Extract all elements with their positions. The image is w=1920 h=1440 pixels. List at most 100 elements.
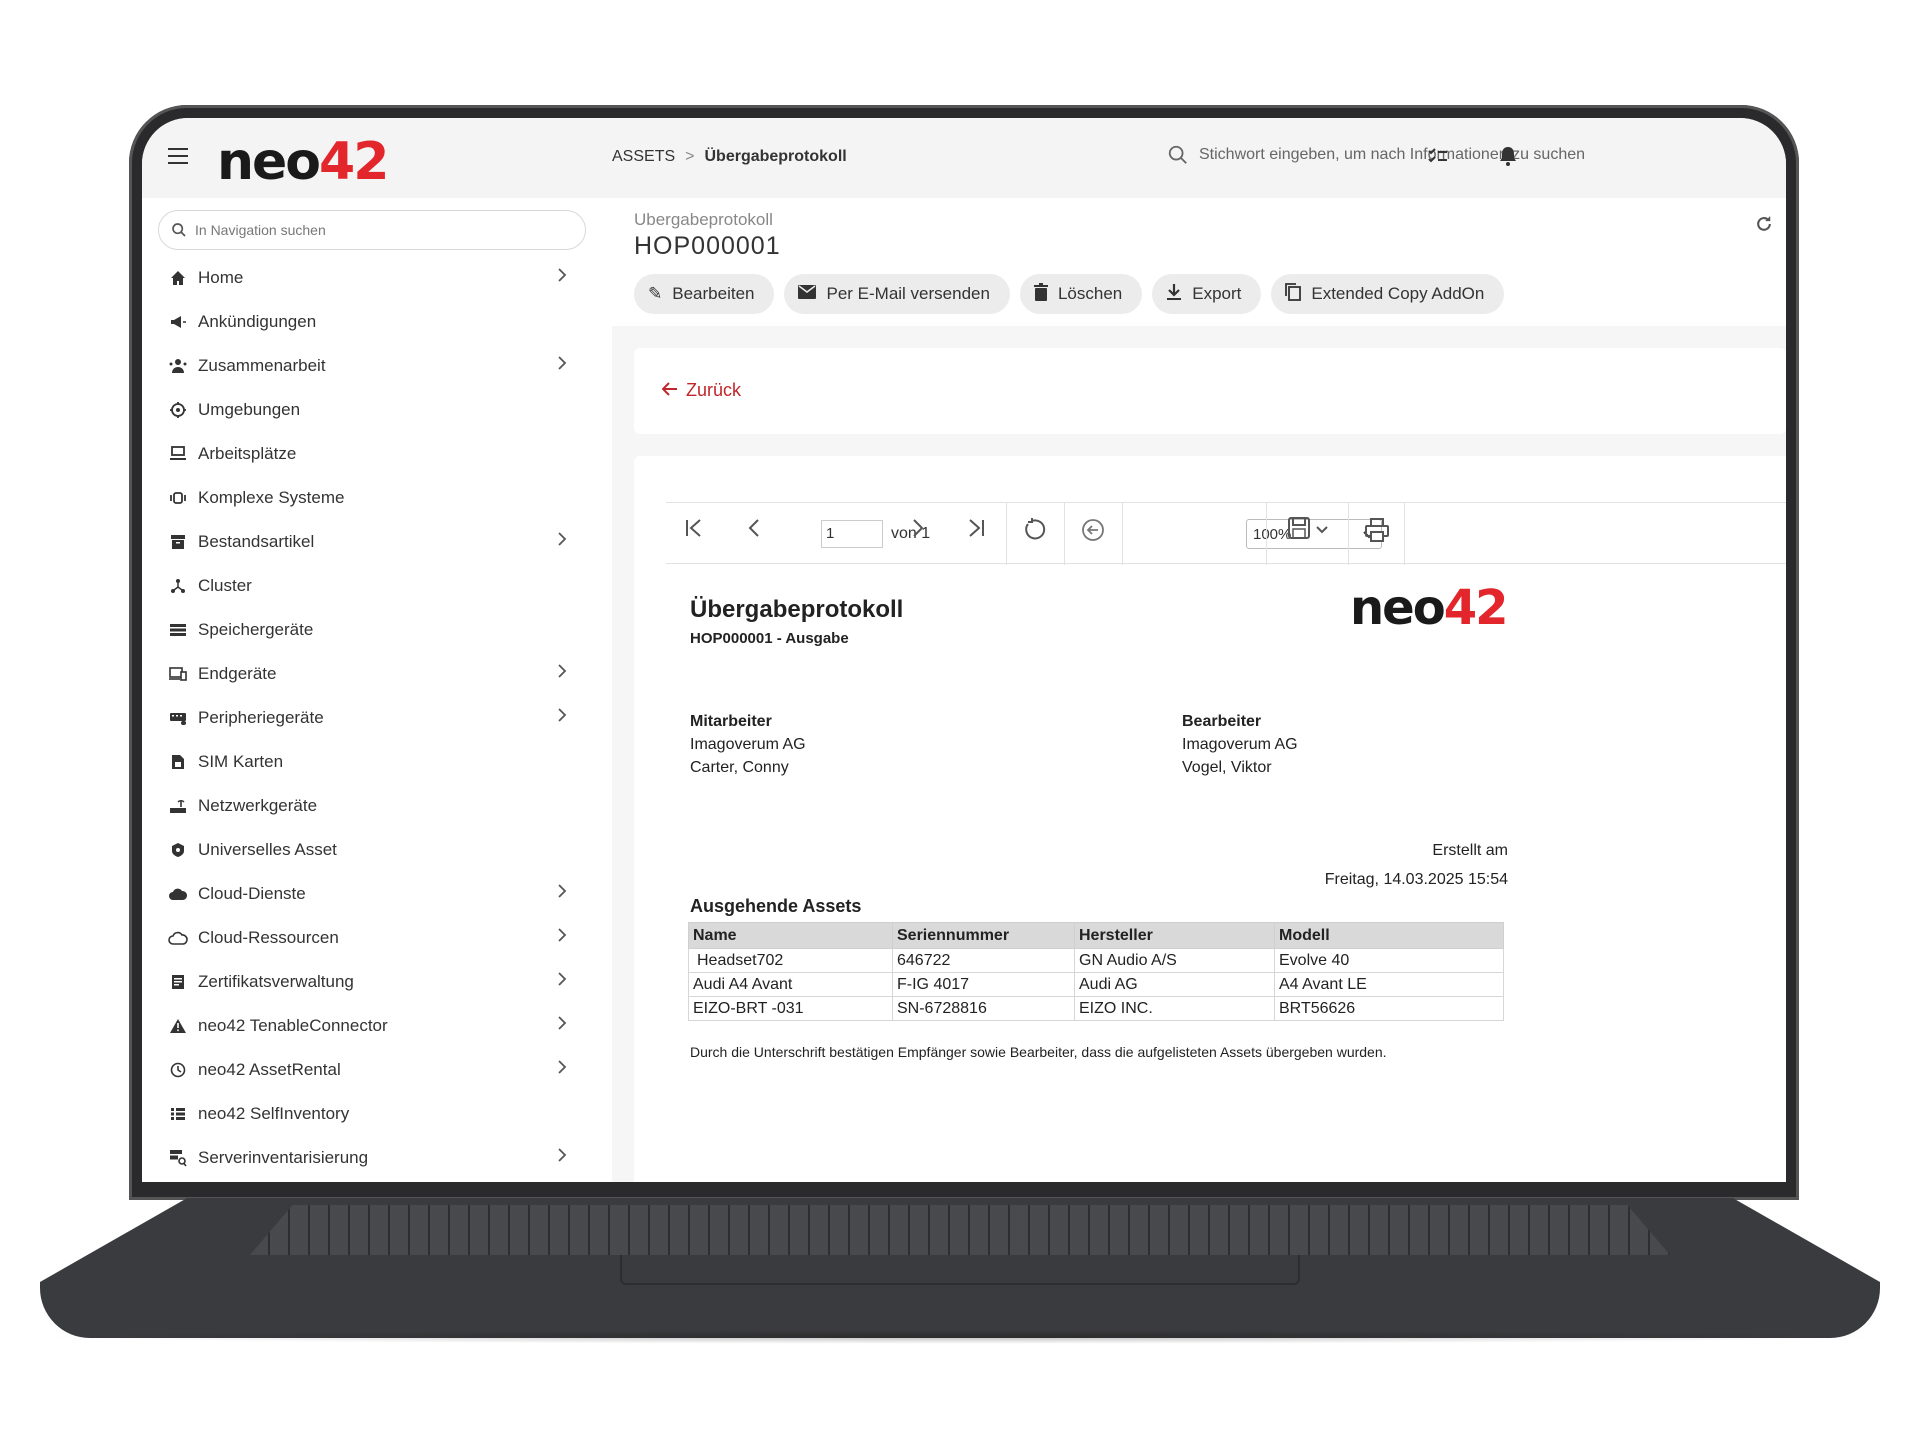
breadcrumb-root[interactable]: ASSETS <box>612 148 675 166</box>
sidebar-item[interactable]: Komplexe Systeme <box>142 476 612 520</box>
app-logo[interactable]: neo42 <box>217 132 389 192</box>
sidebar-item[interactable]: Bestandsartikel <box>142 520 612 564</box>
chevron-right-icon[interactable] <box>557 927 567 948</box>
sidebar-item[interactable]: Netzwerkgeräte <box>142 784 612 828</box>
sidebar-item-label: Komplexe Systeme <box>198 488 345 507</box>
record-header: Ubergabeprotokoll HOP000001 ✎ Bearbeiten… <box>612 198 1786 326</box>
chevron-right-icon[interactable] <box>557 531 567 552</box>
sidebar-item[interactable]: Zusammenarbeit <box>142 344 612 388</box>
global-search[interactable]: Stichwort eingeben, um nach Informatione… <box>1167 144 1585 166</box>
rental-icon <box>166 1062 190 1078</box>
sidebar-item[interactable]: Home <box>142 256 612 300</box>
screen: neo42 ASSETS > Übergabeprotokoll Stichwo… <box>142 118 1786 1182</box>
reload-icon[interactable] <box>1022 517 1048 550</box>
laptop-keyboard <box>250 1205 1670 1255</box>
refresh-icon[interactable] <box>1754 214 1774 240</box>
sidebar-item[interactable]: Cloud-Ressourcen <box>142 916 612 960</box>
sidebar-item[interactable]: Cluster <box>142 564 612 608</box>
sidebar-item-label: Cluster <box>198 576 252 595</box>
sidebar-item[interactable]: Endgeräte <box>142 652 612 696</box>
sidebar-item[interactable]: Speichergeräte <box>142 608 612 652</box>
document-title: Übergabeprotokoll <box>690 596 904 623</box>
send-email-button[interactable]: Per E-Mail versenden <box>784 274 1010 314</box>
chevron-right-icon[interactable] <box>557 1015 567 1036</box>
cloud-outline-icon <box>166 931 190 945</box>
sidebar-item[interactable]: Ankündigungen <box>142 300 612 344</box>
devices-icon <box>166 667 190 681</box>
chevron-right-icon[interactable] <box>557 663 567 684</box>
back-link-label: Zurück <box>686 380 742 400</box>
sidebar-item-label: Ankündigungen <box>198 312 317 331</box>
save-icon[interactable] <box>1288 517 1332 548</box>
copy-icon <box>1285 282 1302 306</box>
chevron-right-icon[interactable] <box>557 355 567 376</box>
chevron-right-icon[interactable] <box>557 883 567 904</box>
sidebar-item[interactable]: SIM Karten <box>142 740 612 784</box>
edit-button[interactable]: ✎ Bearbeiten <box>634 274 775 314</box>
sidebar-item-label: Endgeräte <box>198 664 277 683</box>
signature-note: Durch die Unterschrift bestätigen Empfän… <box>690 1044 1387 1060</box>
chevron-right-icon[interactable] <box>557 971 567 992</box>
table-row: Headset702 646722 GN Audio A/S Evolve 40 <box>688 948 1504 973</box>
delete-button[interactable]: Löschen <box>1019 274 1143 314</box>
sim-card-icon <box>166 754 190 770</box>
table-cell: BRT56626 <box>1274 996 1504 1021</box>
notification-bell-icon[interactable] <box>1496 144 1520 174</box>
editor-company: Imagoverum AG <box>1182 736 1298 753</box>
first-page-icon[interactable] <box>684 517 704 546</box>
back-link[interactable]: Zurück <box>661 380 742 401</box>
report-viewer: 1 von 1 100% Übergabeprotokoll HOP000001… <box>634 456 1786 1182</box>
viewer-toolbar: 1 von 1 100% <box>666 502 1786 565</box>
sidebar-item[interactable]: Peripheriegeräte <box>142 696 612 740</box>
document-logo-text: neo <box>1350 580 1446 636</box>
back-circle-icon[interactable] <box>1080 517 1106 550</box>
sidebar-item[interactable]: Zertifikatsverwaltung <box>142 960 612 1004</box>
table-cell: EIZO INC. <box>1074 996 1275 1021</box>
print-icon[interactable] <box>1364 517 1390 550</box>
sidebar-item[interactable]: neo42 AssetRental <box>142 1048 612 1092</box>
chevron-right-icon[interactable] <box>557 707 567 728</box>
sidebar: In Navigation suchen Home Ankündigungen Zu… <box>142 198 612 1182</box>
edit-button-label: Bearbeiten <box>672 284 755 303</box>
next-page-icon[interactable] <box>910 517 926 546</box>
table-cell: Headset702 <box>688 948 893 973</box>
action-bar: ✎ Bearbeiten Per E-Mail versenden Lösche… <box>634 274 1505 314</box>
toolbar-divider <box>1348 503 1349 565</box>
sidebar-item-label: Arbeitsplätze <box>198 444 297 463</box>
sidebar-item[interactable]: neo42 SelfInventory <box>142 1092 612 1136</box>
nav-search-input[interactable]: In Navigation suchen <box>158 210 586 250</box>
hamburger-menu-icon[interactable] <box>168 148 188 164</box>
last-page-icon[interactable] <box>966 517 986 546</box>
sidebar-item[interactable]: Universelles Asset <box>142 828 612 872</box>
extended-copy-button[interactable]: Extended Copy AddOn <box>1271 274 1505 314</box>
page-number-input[interactable]: 1 <box>821 520 883 548</box>
trash-icon <box>1033 282 1048 306</box>
archive-icon <box>166 534 190 550</box>
sidebar-item[interactable]: Umgebungen <box>142 388 612 432</box>
warning-icon <box>166 1018 190 1034</box>
sidebar-item[interactable]: neo42 TenableConnector <box>142 1004 612 1048</box>
document-logo: neo42 <box>1350 580 1508 636</box>
checklist-icon[interactable] <box>1426 144 1450 174</box>
global-search-placeholder[interactable]: Stichwort eingeben, um nach Informatione… <box>1199 146 1585 164</box>
chevron-right-icon[interactable] <box>557 1059 567 1080</box>
sidebar-item[interactable]: Cloud-Dienste <box>142 872 612 916</box>
editor-name: Vogel, Viktor <box>1182 759 1272 776</box>
cluster-icon <box>166 578 190 594</box>
sidebar-item[interactable]: Serverinventarisierung <box>142 1136 612 1180</box>
chevron-right-icon[interactable] <box>557 267 567 288</box>
peripheral-icon <box>166 710 190 726</box>
logo-accent-text: 42 <box>319 132 389 192</box>
sidebar-item-label: Universelles Asset <box>198 840 337 859</box>
previous-page-icon[interactable] <box>746 517 762 546</box>
chevron-right-icon[interactable] <box>557 1147 567 1168</box>
main-content: Ubergabeprotokoll HOP000001 ✎ Bearbeiten… <box>612 198 1786 1182</box>
table-cell: SN-6728816 <box>892 996 1075 1021</box>
server-search-icon <box>166 1149 190 1167</box>
employee-heading: Mitarbeiter <box>690 713 772 730</box>
export-button[interactable]: Export <box>1152 274 1262 314</box>
sidebar-item-label: Peripheriegeräte <box>198 708 324 727</box>
sidebar-item-label: Cloud-Ressourcen <box>198 928 339 947</box>
table-cell: A4 Avant LE <box>1274 972 1504 997</box>
sidebar-item[interactable]: Arbeitsplätze <box>142 432 612 476</box>
